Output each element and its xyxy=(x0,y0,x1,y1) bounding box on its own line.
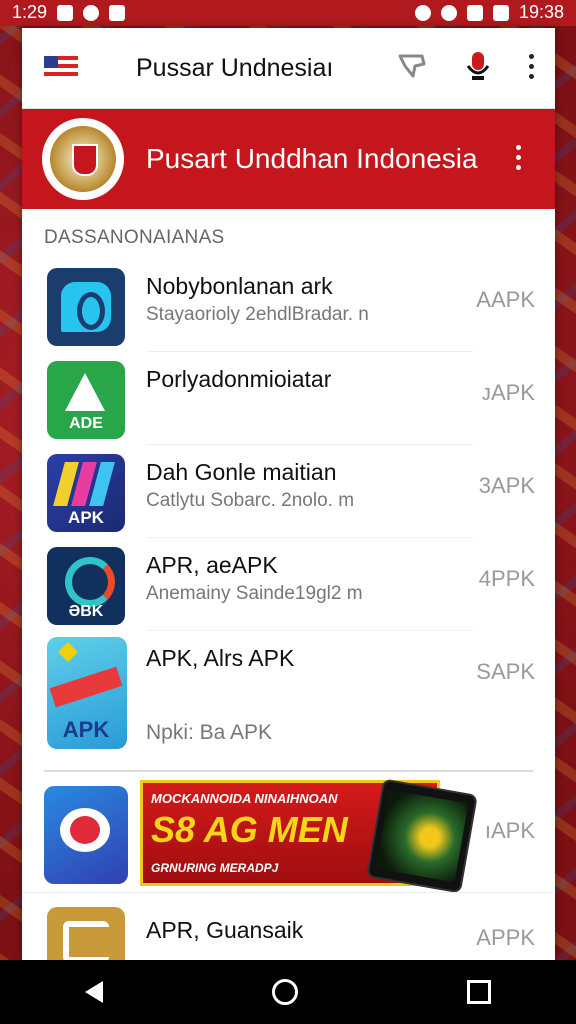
apk-tag: ıAPK xyxy=(484,818,535,843)
messenger-icon xyxy=(83,4,100,21)
promo-item[interactable]: MOCKANNOIDA NINAIHNOAN S8 AG MEN GRNURIN… xyxy=(22,772,555,894)
chat-icon[interactable] xyxy=(397,52,427,80)
garuda-emblem-icon xyxy=(42,118,124,200)
status-time-left: 1:29 xyxy=(12,2,48,22)
list-item[interactable]: APR, Guansaik APPK xyxy=(22,892,555,960)
app-notification-icon xyxy=(109,4,126,21)
apk-game-app-icon: APK xyxy=(47,637,127,749)
notification-icon xyxy=(57,4,74,21)
phone-image xyxy=(366,778,478,894)
ade-app-icon: ADE xyxy=(47,361,125,439)
signal-icon xyxy=(466,4,483,21)
status-bar: 1:29 19:38 xyxy=(0,0,576,26)
list-item[interactable]: Nobybonlanan ark Stayaorioly 2ehdlBradar… xyxy=(22,259,555,352)
section-heading: DASSANONAIANAS xyxy=(44,227,225,248)
microphone-icon[interactable] xyxy=(465,50,491,82)
app-name: Nobybonlanan ark xyxy=(146,273,333,299)
apk-tag: ᴊAPK xyxy=(481,380,535,405)
overflow-menu-icon[interactable] xyxy=(529,53,535,79)
wifi-icon xyxy=(440,4,457,21)
promo-line-1: MOCKANNOIDA NINAIHNOAN xyxy=(151,791,338,806)
back-icon[interactable] xyxy=(84,981,103,1003)
list-item[interactable]: APK Dah Gonle maitian Catlytu Sobarc. 2n… xyxy=(22,445,555,538)
app-title: Pussar Undnesiaı xyxy=(136,53,334,82)
heart-app-icon xyxy=(44,786,128,884)
apk-tag: APPK xyxy=(476,925,535,950)
apk-tag: AAPK xyxy=(476,287,535,312)
home-icon[interactable] xyxy=(271,979,298,1005)
app-subtitle: Anemainy Saindе19gl2 m xyxy=(146,583,363,604)
app-name: APR, Guansaik xyxy=(146,917,304,943)
recent-apps-icon[interactable] xyxy=(467,980,492,1004)
apk-tag: 3APK xyxy=(478,473,535,498)
chat-bubble-app-icon xyxy=(47,268,125,346)
status-time-right: 19:38 xyxy=(518,2,564,22)
apk-stripes-app-icon: APK xyxy=(47,454,125,532)
app-subtitle: Stayaorioly 2ehdlBradar. n xyxy=(146,304,369,325)
ebk-app-icon: ƏBK xyxy=(47,547,125,625)
main-card: Pussar Undnesiaı Pusart Unddhan Indonesi… xyxy=(22,28,555,960)
list-item[interactable]: APK APK, Alrs APK Npki: Ba APK SAPK xyxy=(22,631,555,756)
list-item[interactable]: ƏBK APR, aeAPK Anemainy Saindе19gl2 m 4P… xyxy=(22,538,555,631)
banner-menu-icon[interactable] xyxy=(516,145,521,170)
flag-icon[interactable] xyxy=(44,56,78,80)
app-name: APR, aeAPK xyxy=(146,552,278,578)
app-name: Porlyadonmioiatar xyxy=(146,366,332,392)
promo-line-2: S8 AG MEN xyxy=(151,809,348,850)
promo-line-3: GRNURING MERADPJ xyxy=(151,861,279,875)
apk-tag: 4PPK xyxy=(478,566,535,591)
app-subtitle: Catlytu Sobarc. 2nolo. m xyxy=(146,490,355,511)
list-item[interactable]: ADE Porlyadonmioiatar ᴊAPK xyxy=(22,352,555,445)
app-name: APK, Alrs APK xyxy=(146,645,295,671)
battery-icon xyxy=(492,4,509,21)
bird-app-icon xyxy=(47,907,125,960)
apk-tag: SAPK xyxy=(476,659,535,684)
navigation-bar xyxy=(0,960,576,1024)
app-subtitle: Npki: Ba APK xyxy=(146,721,273,744)
app-bar: Pussar Undnesiaı xyxy=(22,28,555,109)
shield-status-icon xyxy=(414,4,431,21)
banner-title: Pusart Unddhan Indonesia xyxy=(146,143,478,174)
header-banner: Pusart Unddhan Indonesia xyxy=(22,109,555,209)
app-name: Dah Gonle maitian xyxy=(146,459,337,485)
